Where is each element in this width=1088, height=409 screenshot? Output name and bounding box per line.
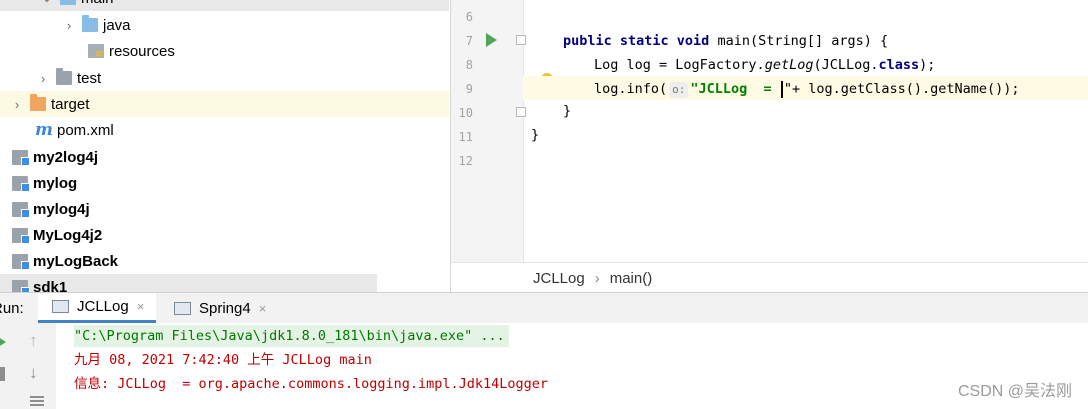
tree-item-resources[interactable]: resources <box>0 38 449 64</box>
tab-label: Spring4 <box>199 299 251 317</box>
chevron-down-icon[interactable]: ⌄ <box>40 0 54 5</box>
tree-item-sdk1[interactable]: sdk1 <box>0 274 377 292</box>
rerun-icon[interactable] <box>0 335 6 349</box>
tab-jcllog[interactable]: JCLLog × <box>38 293 156 323</box>
resources-folder-icon <box>88 44 104 58</box>
arrow-down-icon[interactable]: ↓ <box>29 363 38 383</box>
tree-item-label: pom.xml <box>57 121 114 139</box>
tree-item-target[interactable]: › target <box>0 91 449 117</box>
tree-item-label: mylog4j <box>33 200 90 218</box>
folder-icon <box>60 0 76 5</box>
arrow-up-icon[interactable]: ↑ <box>29 331 38 351</box>
module-icon <box>12 175 30 192</box>
line-number: 12 <box>458 154 473 168</box>
tree-item-label: sdk1 <box>33 278 68 293</box>
editor-gutter: 6 7 8 9 10 11 12 <box>451 0 553 262</box>
run-gutter-icon[interactable] <box>486 33 497 47</box>
excluded-folder-icon <box>30 94 46 111</box>
close-icon[interactable]: × <box>137 299 145 314</box>
breadcrumb: JCLLog › main() <box>451 262 1088 293</box>
code-area[interactable]: public static void main(String[] args) {… <box>523 0 1088 262</box>
tree-item-label: MyLog4j2 <box>33 226 103 244</box>
code-text: "+ log.getClass().getName()); <box>783 81 1020 97</box>
line-number: 6 <box>465 10 473 24</box>
tree-item-label: mylog <box>33 174 78 192</box>
run-toolbar: ↑ ↓ <box>0 323 57 409</box>
code-text: ); <box>919 57 936 73</box>
keyword: class <box>878 57 920 73</box>
text-caret <box>780 80 783 98</box>
module-icon <box>12 149 30 166</box>
watermark: CSDN @吴法刚 <box>957 383 1072 400</box>
console-log-line: 信息: JCLLog = org.apache.commons.logging.… <box>74 376 549 392</box>
tab-spring4[interactable]: Spring4 × <box>160 293 290 323</box>
tree-item-mylog4j2[interactable]: MyLog4j2 <box>0 222 449 248</box>
console-icon <box>174 301 191 315</box>
stop-icon[interactable] <box>0 367 5 381</box>
keyword: public static void <box>563 33 718 49</box>
chevron-right-icon[interactable]: › <box>36 71 50 86</box>
code-text: main(String[] args) { <box>717 33 889 49</box>
tree-item-java[interactable]: › java <box>0 12 449 38</box>
tree-item-label: resources <box>109 42 175 60</box>
code-editor[interactable]: 6 7 8 9 10 11 12 public static void main… <box>450 0 1088 293</box>
tree-item-mylogback[interactable]: myLogBack <box>0 248 449 274</box>
module-icon <box>12 253 30 270</box>
line-number: 10 <box>458 106 473 120</box>
chevron-right-icon[interactable]: › <box>62 18 76 33</box>
source-folder-icon <box>82 15 98 32</box>
tree-item-label: target <box>51 95 90 113</box>
line-number: 11 <box>458 130 473 144</box>
line-number: 8 <box>465 58 473 72</box>
close-icon[interactable]: × <box>259 301 267 316</box>
run-prefix: Run: <box>0 299 24 317</box>
line-number: 7 <box>465 34 473 48</box>
tree-item-label: test <box>77 69 102 87</box>
string-literal: "JCLLog = <box>690 81 780 97</box>
module-icon <box>12 279 30 292</box>
tree-item-my2log4j[interactable]: my2log4j <box>0 144 449 170</box>
tree-item-test[interactable]: › test <box>0 65 449 91</box>
maven-icon: m <box>35 120 53 140</box>
parameter-hint: o: <box>669 82 689 98</box>
code-line-8: Log log = LogFactory.getLog(JCLLog.class… <box>594 55 935 75</box>
code-text: (JCLLog. <box>813 57 879 73</box>
code-line-11: } <box>531 127 540 143</box>
console-icon <box>52 300 69 313</box>
code-text: log.info( <box>594 81 668 97</box>
code-line-10: } <box>563 103 572 119</box>
run-tab-bar: Run: JCLLog × Spring4 × <box>0 292 1088 324</box>
project-tree: ⌄ main › java resources › test › target … <box>0 0 449 292</box>
breadcrumb-method[interactable]: main() <box>610 270 653 287</box>
tree-item-label: my2log4j <box>33 148 99 166</box>
chevron-right-icon[interactable]: › <box>10 97 24 112</box>
tab-label: JCLLog <box>77 298 129 315</box>
code-text: Log log = LogFactory. <box>594 57 765 73</box>
module-icon <box>12 227 30 244</box>
console-command-line: "C:\Program Files\Java\jdk1.8.0_181\bin\… <box>74 325 509 347</box>
run-label: Run: <box>0 293 32 323</box>
tree-item-main[interactable]: ⌄ main <box>0 0 449 11</box>
code-line-7: public static void main(String[] args) { <box>563 31 888 51</box>
tree-item-pom[interactable]: m pom.xml <box>0 117 449 143</box>
console-output[interactable]: "C:\Program Files\Java\jdk1.8.0_181\bin\… <box>56 323 1088 409</box>
module-icon <box>12 201 30 218</box>
static-method: getLog <box>764 57 814 73</box>
line-number: 9 <box>465 82 473 96</box>
breadcrumb-class[interactable]: JCLLog <box>533 270 585 287</box>
tree-item-mylog4j[interactable]: mylog4j <box>0 196 449 222</box>
tree-item-label: myLogBack <box>33 252 119 270</box>
folder-icon <box>56 68 72 85</box>
tree-item-mylog[interactable]: mylog <box>0 170 449 196</box>
tree-item-label: main <box>81 0 114 7</box>
breadcrumb-separator: › <box>594 269 600 287</box>
console-log-line: 九月 08, 2021 7:42:40 上午 JCLLog main <box>74 352 372 368</box>
code-line-9: log.info(o: "JCLLog = "+ log.getClass().g… <box>594 79 1020 99</box>
wrap-lines-icon[interactable] <box>30 396 44 406</box>
tree-item-label: java <box>103 16 131 34</box>
